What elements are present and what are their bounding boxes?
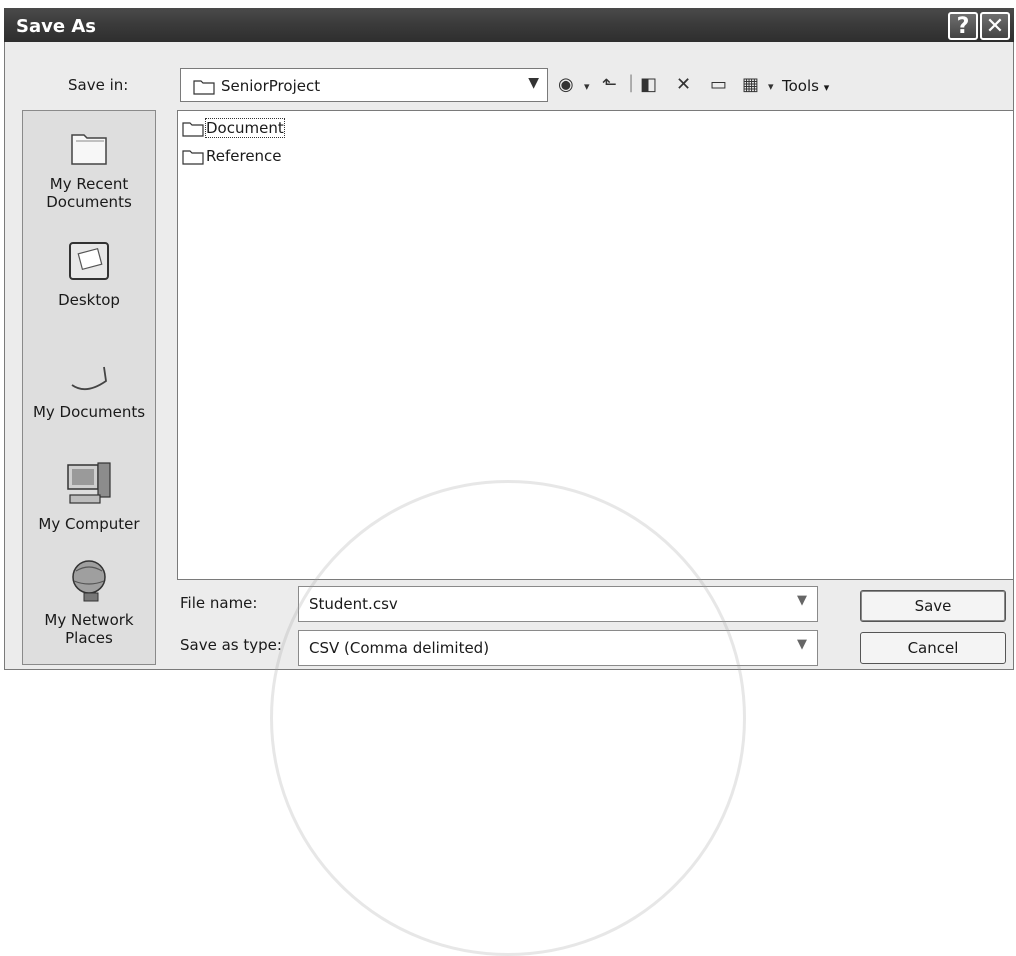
places-bar: My Recent Documents Desktop My Documents… bbox=[22, 110, 156, 665]
network-places-icon bbox=[72, 560, 106, 602]
save-as-type-value: CSV (Comma delimited) bbox=[309, 639, 490, 657]
place-label: My Recent bbox=[49, 175, 129, 193]
place-label: My Documents bbox=[32, 403, 146, 421]
save-button-label: Save bbox=[914, 597, 952, 615]
back-dropdown-icon[interactable]: ▾ bbox=[584, 80, 590, 93]
back-icon[interactable]: ◉ bbox=[558, 74, 574, 95]
views-icon[interactable]: ▦ bbox=[742, 74, 759, 95]
window-title: Save As bbox=[16, 16, 96, 37]
views-dropdown-icon[interactable]: ▾ bbox=[768, 80, 774, 93]
place-my-documents[interactable]: My Documents bbox=[23, 355, 155, 421]
place-label: My Network bbox=[44, 611, 134, 629]
file-name-value: Student.csv bbox=[309, 595, 398, 613]
cancel-button-label: Cancel bbox=[907, 639, 959, 657]
place-label: My Computer bbox=[38, 515, 140, 533]
place-my-network-places[interactable]: My Network Places bbox=[23, 557, 155, 647]
folder-icon bbox=[193, 80, 215, 95]
title-bar[interactable]: Save As bbox=[4, 8, 1014, 42]
file-list[interactable]: Document Reference bbox=[177, 110, 1014, 580]
delete-icon[interactable]: ✕ bbox=[676, 74, 691, 95]
save-as-type-dropdown[interactable]: CSV (Comma delimited) ▼ bbox=[298, 630, 818, 666]
file-name: Reference bbox=[206, 147, 282, 165]
save-in-dropdown[interactable]: SeniorProject ▼ bbox=[180, 68, 548, 102]
file-name: Document bbox=[205, 118, 285, 138]
folder-icon bbox=[182, 121, 204, 137]
place-label: Places bbox=[65, 629, 113, 647]
toolbar-separator: | bbox=[628, 72, 635, 93]
place-my-recent-documents[interactable]: My Recent Documents bbox=[23, 125, 155, 211]
help-icon: ? bbox=[956, 14, 970, 39]
up-one-level-icon[interactable]: ⬑ bbox=[602, 74, 617, 95]
my-computer-icon bbox=[67, 462, 111, 504]
chevron-down-icon: ▼ bbox=[528, 75, 539, 91]
desktop-icon bbox=[69, 242, 109, 280]
save-as-type-label: Save as type: bbox=[180, 636, 282, 654]
close-button[interactable]: ✕ bbox=[980, 12, 1010, 40]
tools-dropdown-icon: ▾ bbox=[823, 81, 830, 94]
tools-label: Tools bbox=[782, 77, 819, 95]
folder-icon bbox=[182, 149, 204, 165]
save-in-value: SeniorProject bbox=[221, 77, 321, 95]
my-documents-icon bbox=[71, 366, 107, 391]
list-item[interactable]: Document bbox=[182, 118, 285, 138]
place-label: Desktop bbox=[58, 291, 120, 309]
save-button[interactable]: Save bbox=[860, 590, 1006, 622]
chevron-down-icon: ▼ bbox=[797, 637, 807, 652]
place-label: Documents bbox=[46, 193, 132, 211]
new-folder-icon[interactable]: ▭ bbox=[710, 74, 727, 95]
file-name-field[interactable]: Student.csv ▼ bbox=[298, 586, 818, 622]
place-my-computer[interactable]: My Computer bbox=[23, 459, 155, 533]
close-icon: ✕ bbox=[985, 14, 1005, 39]
list-item[interactable]: Reference bbox=[182, 147, 282, 165]
search-web-icon[interactable]: ◧ bbox=[640, 74, 657, 95]
save-in-label: Save in: bbox=[68, 76, 129, 94]
tools-menu[interactable]: Tools ▾ bbox=[782, 77, 829, 95]
cancel-button[interactable]: Cancel bbox=[860, 632, 1006, 664]
file-name-label: File name: bbox=[180, 594, 258, 612]
place-desktop[interactable]: Desktop bbox=[23, 239, 155, 309]
recent-documents-icon bbox=[71, 134, 107, 165]
help-button[interactable]: ? bbox=[948, 12, 978, 40]
chevron-down-icon[interactable]: ▼ bbox=[797, 593, 807, 608]
